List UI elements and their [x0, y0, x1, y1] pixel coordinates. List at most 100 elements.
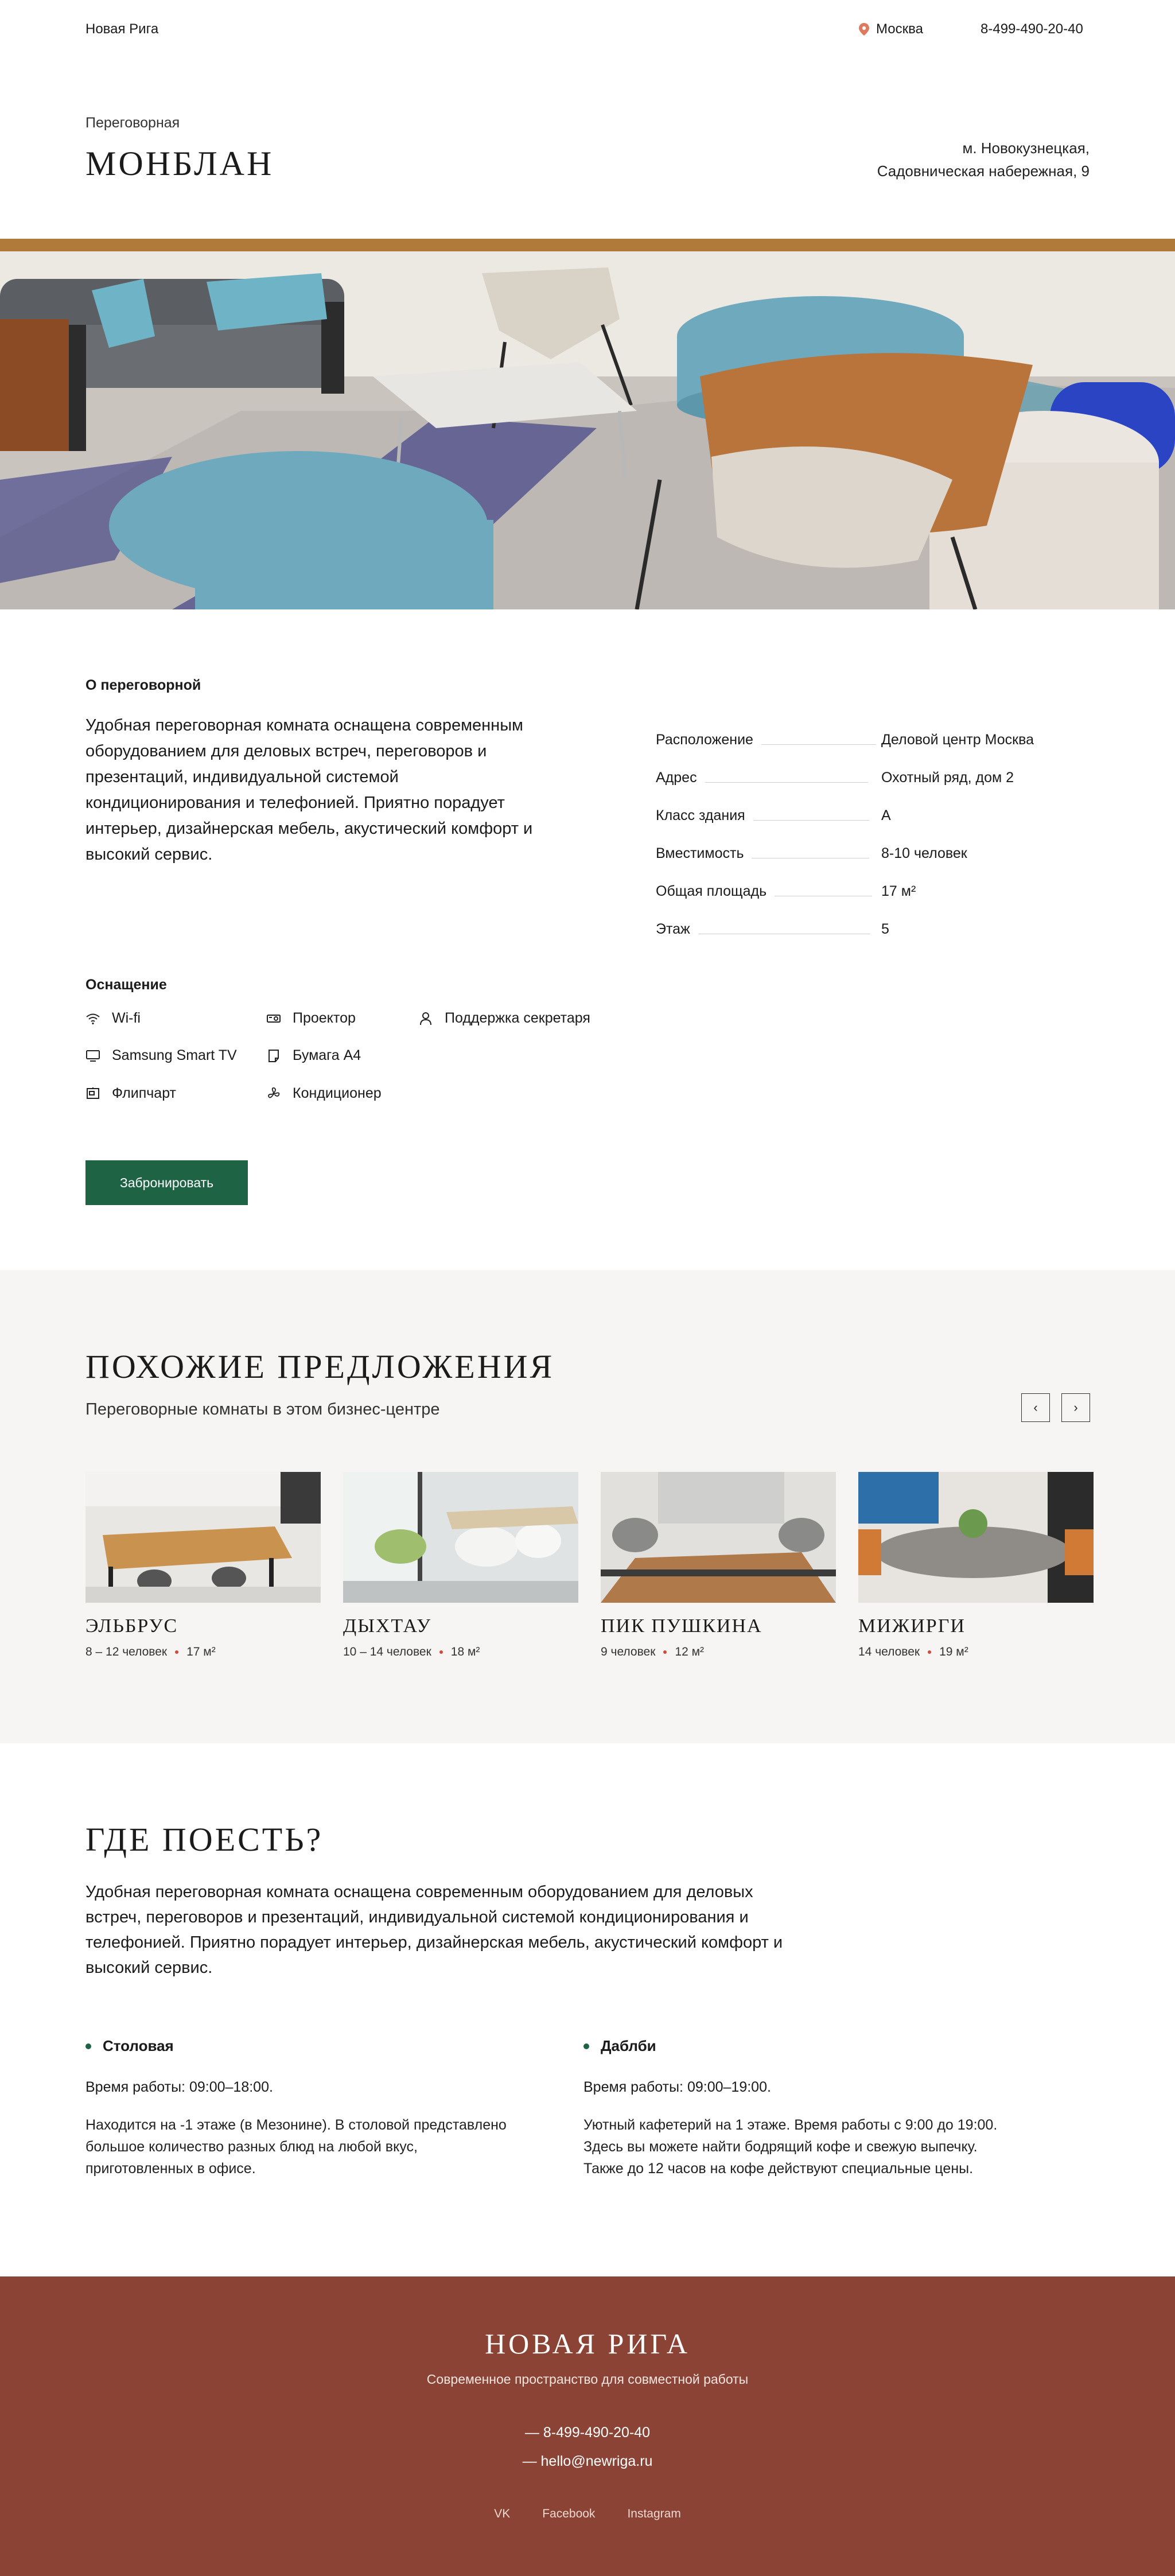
footer-title: НОВАЯ РИГА: [485, 2328, 690, 2360]
equipment-label: Wi-fi: [112, 1010, 141, 1026]
person-icon: [420, 1012, 431, 1025]
fact-divider: [753, 820, 869, 821]
fact-value: 17 м²: [881, 883, 916, 899]
top-bar: Новая Рига Москва 8-499-490-20-40: [0, 0, 1175, 57]
equipment-label: Samsung Smart TV: [112, 1047, 237, 1063]
fact-row: Общая площадь 17 м²: [656, 862, 1092, 900]
bullet-dot: [85, 2043, 91, 2049]
fact-value: А: [881, 807, 891, 823]
hero-image: [0, 239, 1175, 609]
bullet-dot: [583, 2043, 589, 2049]
fact-row: Вместимость 8-10 человек: [656, 824, 1092, 862]
brand-link[interactable]: Новая Рига: [85, 21, 158, 37]
offer-name: ДЫХТАУ: [343, 1615, 432, 1637]
social-link-facebook[interactable]: Facebook: [542, 2507, 595, 2521]
equipment-item-air-conditioner: Кондиционер: [266, 1085, 382, 1102]
place-hours: Время работы: 09:00–18:00.: [85, 2079, 273, 2095]
offer-meta: 10 – 14 человек 18 м²: [343, 1645, 578, 1659]
address-line-1: м. Новокузнецкая,: [962, 139, 1090, 157]
footer-email[interactable]: — hello@newriga.ru: [0, 2453, 1175, 2470]
room-header: Переговорная МОНБЛАН: [85, 115, 274, 184]
location-pin-icon: [859, 23, 869, 36]
separator-dot: [928, 1650, 932, 1654]
equipment-label: Кондиционер: [293, 1085, 382, 1101]
social-links: VK Facebook Instagram: [0, 2507, 1175, 2521]
offer-image: [858, 1472, 1094, 1603]
book-button[interactable]: Забронировать: [85, 1160, 248, 1205]
room-address: м. Новокузнецкая, Садовническая набережн…: [877, 137, 1090, 182]
footer-subtitle: Современное пространство для совместной …: [426, 2372, 749, 2387]
offer-image: [343, 1472, 578, 1603]
offer-capacity: 14 человек: [858, 1645, 920, 1658]
offer-area: 12 м²: [675, 1645, 705, 1658]
address-line-2: Садовническая набережная, 9: [877, 162, 1090, 180]
carousel-prev-button[interactable]: ‹: [1021, 1393, 1050, 1422]
fact-row: Класс здания А: [656, 786, 1092, 824]
offer-area: 17 м²: [186, 1645, 216, 1658]
fact-label: Класс здания: [656, 807, 745, 823]
fact-value: Охотный ряд, дом 2: [881, 770, 1014, 786]
city-selector[interactable]: Москва: [859, 21, 923, 37]
paper-icon: [269, 1049, 279, 1062]
fact-label: Адрес: [656, 770, 697, 786]
offer-name: МИЖИРГИ: [858, 1615, 966, 1637]
offer-capacity: 10 – 14 человек: [343, 1645, 431, 1658]
equipment-label: Флипчарт: [112, 1085, 176, 1101]
wifi-icon: [86, 1013, 100, 1024]
offer-card[interactable]: ЭЛЬБРУС 8 – 12 человек 17 м²: [85, 1472, 321, 1659]
equipment-item-paper: Бумага А4: [266, 1047, 361, 1064]
offer-card[interactable]: ДЫХТАУ 10 – 14 человек 18 м²: [343, 1472, 578, 1659]
offer-card[interactable]: МИЖИРГИ 14 человек 19 м²: [858, 1472, 1094, 1659]
separator-dot: [175, 1650, 179, 1654]
footer: НОВАЯ РИГА Современное пространство для …: [0, 2276, 1175, 2576]
header-phone[interactable]: 8-499-490-20-40: [981, 21, 1083, 37]
equipment-item-secretary: Поддержка секретаря: [418, 1010, 590, 1027]
fact-divider: [705, 782, 868, 783]
place-description: Уютный кафетерий на 1 этаже. Время работ…: [583, 2117, 998, 2177]
fact-row: Этаж 5: [656, 900, 1092, 938]
fact-value: 8-10 человек: [881, 845, 967, 861]
fact-row: Адрес Охотный ряд, дом 2: [656, 748, 1092, 786]
similar-title: ПОХОЖИЕ ПРЕДЛОЖЕНИЯ: [85, 1348, 555, 1385]
offer-image: [601, 1472, 836, 1603]
equipment-label: Поддержка секретаря: [445, 1010, 590, 1026]
offer-meta: 8 – 12 человек 17 м²: [85, 1645, 321, 1659]
eat-title: ГДЕ ПОЕСТЬ?: [85, 1821, 324, 1858]
fact-label: Расположение: [656, 732, 753, 748]
about-heading: О переговорной: [85, 677, 201, 693]
equipment-item-flipchart: Флипчарт: [85, 1085, 176, 1102]
place-card: Даблби Время работы: 09:00–19:00. Уютный…: [583, 2037, 1008, 2179]
fact-label: Этаж: [656, 921, 690, 937]
equipment-item-tv: Samsung Smart TV: [85, 1047, 237, 1064]
social-link-vk[interactable]: VK: [494, 2507, 510, 2521]
social-link-instagram[interactable]: Instagram: [627, 2507, 680, 2521]
fan-icon: [268, 1087, 280, 1098]
offer-area: 19 м²: [939, 1645, 968, 1658]
tv-icon: [86, 1050, 100, 1062]
fact-label: Общая площадь: [656, 883, 767, 899]
separator-dot: [663, 1650, 667, 1654]
city-label: Москва: [876, 21, 923, 37]
equipment-item-wifi: Wi-fi: [85, 1010, 141, 1027]
fact-value: Деловой центр Москва: [881, 732, 1034, 748]
similar-subtitle: Переговорные комнаты в этом бизнес-центр…: [85, 1400, 440, 1419]
offer-capacity: 8 – 12 человек: [85, 1645, 168, 1658]
offer-name: ЭЛЬБРУС: [85, 1615, 178, 1637]
offer-card[interactable]: ПИК ПУШКИНА 9 человек 12 м²: [601, 1472, 836, 1659]
eat-text: Удобная переговорная комната оснащена со…: [85, 1883, 783, 1977]
place-heading: Столовая: [85, 2037, 510, 2055]
offer-meta: 9 человек 12 м²: [601, 1645, 836, 1659]
place-hours: Время работы: 09:00–19:00.: [583, 2079, 771, 2095]
fact-value: 5: [881, 921, 889, 937]
carousel-next-button[interactable]: ›: [1061, 1393, 1090, 1422]
offer-name: ПИК ПУШКИНА: [601, 1615, 762, 1637]
page-title: МОНБЛАН: [85, 145, 274, 182]
equipment-item-projector: Проектор: [266, 1010, 356, 1027]
facts-list: Расположение Деловой центр Москва Адрес …: [656, 710, 1092, 938]
offer-area: 18 м²: [450, 1645, 480, 1658]
place-card: Столовая Время работы: 09:00–18:00. Нахо…: [85, 2037, 510, 2179]
place-name: Даблби: [601, 2037, 656, 2054]
footer-phone[interactable]: — 8-499-490-20-40: [0, 2425, 1175, 2441]
fact-divider: [761, 744, 876, 745]
chevron-right-icon: ›: [1073, 1400, 1078, 1415]
